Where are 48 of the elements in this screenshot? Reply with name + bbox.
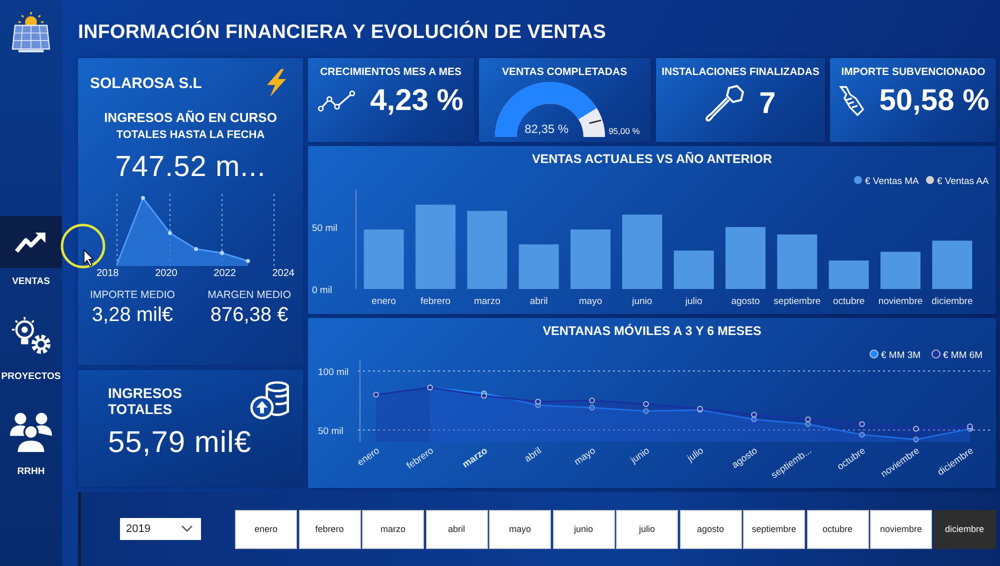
axis-label: 2024 <box>272 268 294 279</box>
axis-label: 2022 <box>214 268 236 279</box>
legend-label: € MM 3M <box>881 350 921 361</box>
company-name: SOLAROSA S.L <box>90 74 202 92</box>
axis-label: agosto <box>731 296 760 307</box>
card-subheading: TOTALES HASTA LA FECHA <box>116 129 265 141</box>
axis-label: febrero <box>420 296 451 307</box>
card-heading: INGRESOS AÑO EN CURSO <box>104 110 277 125</box>
chart-title: VENTANAS MÓVILES A 3 Y 6 MESES <box>542 322 762 340</box>
axis-label: diciembre <box>932 296 973 307</box>
kpi-value: 747.52 m... <box>115 151 266 184</box>
axis-label: 2018 <box>96 268 119 279</box>
kpi-title: CRECIMIENTOS MES A MES <box>320 66 462 78</box>
axis-label: julio <box>685 296 702 307</box>
axis-label: noviembre <box>878 296 923 307</box>
dashboard-title: INFORMACIÓN FINANCIERA Y EVOLUCIÓN DE VENTAS <box>78 20 608 45</box>
stat-value: 3,28 mil€ <box>92 304 174 327</box>
stat-label: IMPORTE MEDIO <box>90 289 175 301</box>
axis-label: 100 mil <box>318 367 349 378</box>
axis-label: junio <box>632 296 652 307</box>
axis-label: abril <box>522 445 544 465</box>
kpi-value: 4,23 % <box>370 84 464 118</box>
kpi-title: IMPORTE SUBVENCIONADO <box>841 66 986 78</box>
axis-label: octubre <box>833 296 865 307</box>
legend-label: € Ventas AA <box>937 176 989 187</box>
axis-label: enero <box>372 296 396 307</box>
axis-label: 50 mil <box>318 426 344 437</box>
axis-label: septiembre <box>774 296 821 307</box>
gauge-target: 95,00 % <box>608 126 640 136</box>
legend-label: € MM 6M <box>943 350 983 361</box>
chart-title: VENTAS ACTUALES VS AÑO ANTERIOR <box>532 150 772 168</box>
stat-value: 876,38 € <box>210 304 288 327</box>
axis-label: abril <box>530 296 548 307</box>
axis-label: 0 mil <box>312 285 332 296</box>
stat-label: MARGEN MEDIO <box>208 289 291 301</box>
gauge-value: 82,35 % <box>524 122 569 136</box>
card-heading: INGRESOS TOTALES <box>108 385 183 417</box>
kpi-title: VENTAS COMPLETADAS <box>502 66 628 78</box>
kpi-value: 55,79 mil€ <box>108 426 252 460</box>
axis-label: mayo <box>578 296 602 307</box>
axis-label: 2020 <box>155 268 178 279</box>
axis-label: julio <box>686 445 706 464</box>
axis-label: 50 mil <box>312 223 338 234</box>
kpi-value: 50,58 % <box>879 84 990 118</box>
legend-label: € Ventas MA <box>865 176 919 187</box>
kpi-value: 7 <box>759 87 776 121</box>
kpi-title: INSTALACIONES FINALIZADAS <box>662 66 820 78</box>
axis-label: marzo <box>474 296 500 307</box>
